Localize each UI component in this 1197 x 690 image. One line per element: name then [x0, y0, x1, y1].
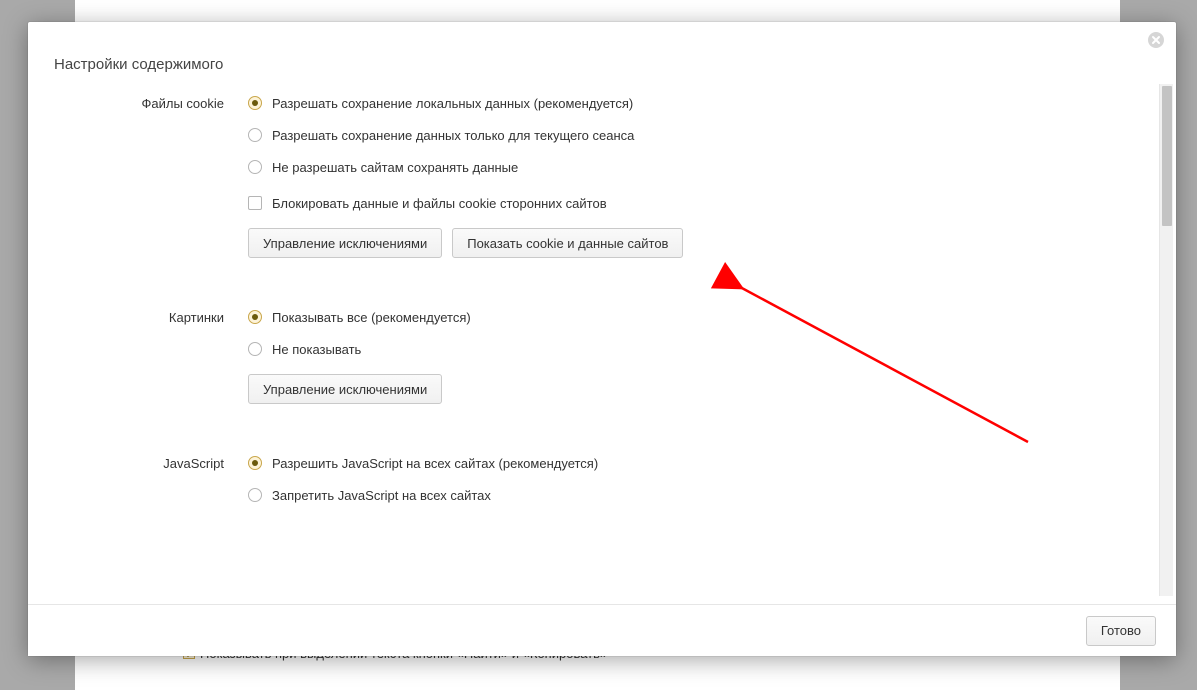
scrollbar[interactable] — [1159, 84, 1173, 596]
dialog-footer: Готово — [28, 604, 1176, 656]
radio-icon — [248, 456, 262, 470]
close-icon[interactable] — [1148, 32, 1164, 48]
checkbox-icon — [248, 196, 262, 210]
scrollbar-thumb[interactable] — [1162, 86, 1172, 226]
section-images: Картинки Показывать все (рекомендуется) … — [28, 284, 1176, 430]
radio-label: Не показывать — [272, 342, 361, 357]
radio-icon — [248, 160, 262, 174]
radio-label: Разрешить JavaScript на всех сайтах (рек… — [272, 456, 598, 471]
radio-icon — [248, 96, 262, 110]
cookies-exceptions-button[interactable]: Управление исключениями — [248, 228, 442, 258]
images-hide-radio[interactable]: Не показывать — [248, 338, 1136, 360]
radio-icon — [248, 310, 262, 324]
radio-label: Показывать все (рекомендуется) — [272, 310, 471, 325]
radio-label: Не разрешать сайтам сохранять данные — [272, 160, 518, 175]
images-show-all-radio[interactable]: Показывать все (рекомендуется) — [248, 306, 1136, 328]
content-settings-dialog: Настройки содержимого Файлы cookie Разре… — [28, 22, 1176, 656]
section-javascript: JavaScript Разрешить JavaScript на всех … — [28, 430, 1176, 542]
images-exceptions-button[interactable]: Управление исключениями — [248, 374, 442, 404]
radio-label: Разрешать сохранение данных только для т… — [272, 128, 634, 143]
radio-icon — [248, 128, 262, 142]
dialog-title: Настройки содержимого — [54, 56, 223, 73]
cookies-allow-radio[interactable]: Разрешать сохранение локальных данных (р… — [248, 92, 1136, 114]
checkbox-label: Блокировать данные и файлы cookie сторон… — [272, 196, 607, 211]
cookies-show-data-button[interactable]: Показать cookie и данные сайтов — [452, 228, 683, 258]
section-javascript-heading: JavaScript — [28, 452, 248, 516]
radio-label: Разрешать сохранение локальных данных (р… — [272, 96, 633, 111]
cookies-block-radio[interactable]: Не разрешать сайтам сохранять данные — [248, 156, 1136, 178]
radio-icon — [248, 342, 262, 356]
js-allow-radio[interactable]: Разрешить JavaScript на всех сайтах (рек… — [248, 452, 1136, 474]
js-block-radio[interactable]: Запретить JavaScript на всех сайтах — [248, 484, 1136, 506]
radio-label: Запретить JavaScript на всех сайтах — [272, 488, 491, 503]
cookies-session-radio[interactable]: Разрешать сохранение данных только для т… — [248, 124, 1136, 146]
radio-icon — [248, 488, 262, 502]
done-button[interactable]: Готово — [1086, 616, 1156, 646]
section-cookies-heading: Файлы cookie — [28, 92, 248, 258]
section-images-heading: Картинки — [28, 306, 248, 404]
section-cookies: Файлы cookie Разрешать сохранение локаль… — [28, 92, 1176, 284]
cookies-thirdparty-checkbox[interactable]: Блокировать данные и файлы cookie сторон… — [248, 192, 1136, 214]
